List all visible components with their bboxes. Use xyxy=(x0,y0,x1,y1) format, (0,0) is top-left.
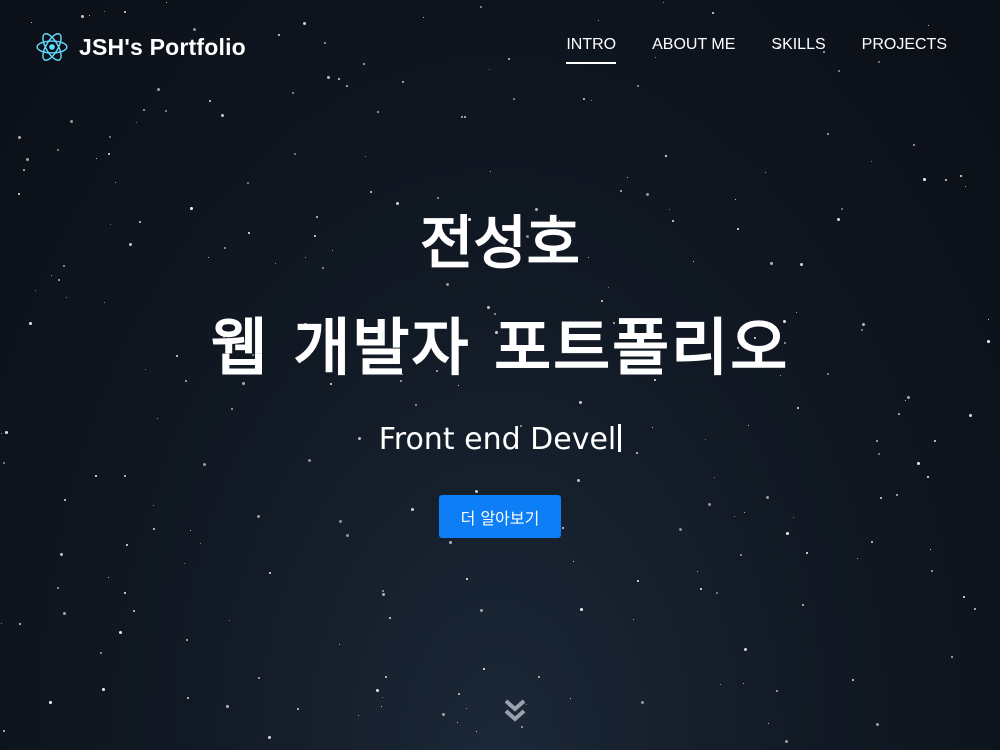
learn-more-button[interactable]: 더 알아보기 xyxy=(439,495,561,538)
double-chevron-down-icon[interactable] xyxy=(503,698,527,724)
hero-subtitle: 웹 개발자 포트폴리오 xyxy=(210,311,790,384)
typed-text: Front end Devel xyxy=(378,422,617,457)
typing-cursor xyxy=(618,424,622,452)
typed-text-line: Front end Devel xyxy=(0,418,1000,462)
hero-section: 전성호 웹 개발자 포트폴리오 Front end Devel 더 알아보기 xyxy=(0,0,1000,750)
hero-name: 전성호 xyxy=(419,209,581,277)
